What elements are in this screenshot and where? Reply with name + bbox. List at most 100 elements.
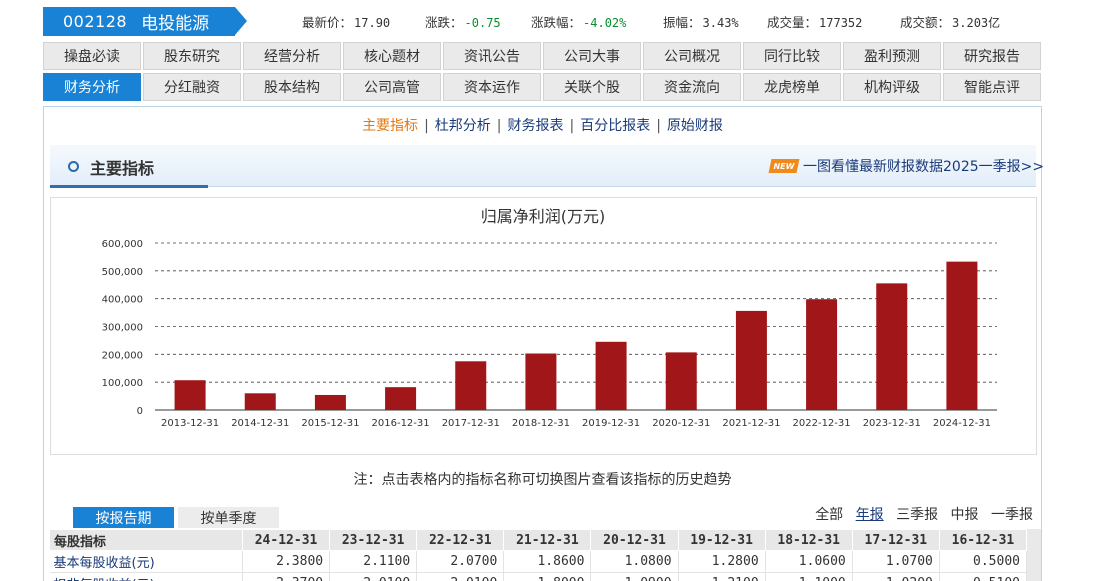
filter-all[interactable]: 全部 xyxy=(815,507,843,523)
tab-yanjiu[interactable]: 研究报告 xyxy=(943,42,1041,70)
table-cell: 1.0800 xyxy=(590,550,679,573)
promo-link[interactable]: 一图看懂最新财报数据2025一季报>> xyxy=(803,156,1044,176)
y-tick-label: 500,000 xyxy=(102,267,143,278)
x-tick-label: 2020-12-31 xyxy=(652,418,710,429)
bar-2015-12-31[interactable] xyxy=(314,394,346,410)
table-cell: 1.0200 xyxy=(852,572,940,581)
tab-gaikuang[interactable]: 公司概况 xyxy=(643,42,741,70)
tab-yingli[interactable]: 盈利预测 xyxy=(843,42,941,70)
bar-2016-12-31[interactable] xyxy=(385,387,417,410)
subnav-statements[interactable]: 财务报表 xyxy=(508,118,564,134)
report-filters: 全部 年报 三季报 中报 一季报 xyxy=(807,504,1033,524)
quote-volume: 成交量： 177352 xyxy=(767,15,863,30)
tab-tonghang[interactable]: 同行比较 xyxy=(743,42,841,70)
tab-by-quarter[interactable]: 按单季度 xyxy=(178,507,279,528)
table-header-cell: 每股指标 xyxy=(49,529,243,551)
x-tick-label: 2021-12-31 xyxy=(722,418,780,429)
tab-jingying[interactable]: 经营分析 xyxy=(243,42,341,70)
x-tick-label: 2015-12-31 xyxy=(301,418,359,429)
y-tick-label: 100,000 xyxy=(102,378,143,389)
net-profit-chart: 归属净利润(万元) 0 100,000 200,000 300,000 400,000 5… xyxy=(102,207,997,429)
indicator-name[interactable]: 基本每股收益(元) xyxy=(49,550,243,573)
x-tick-label: 2017-12-31 xyxy=(442,418,500,429)
tab-guanlian[interactable]: 关联个股 xyxy=(543,73,641,101)
volume-value: 177352 xyxy=(819,16,863,30)
section-title: 主要指标 xyxy=(90,159,155,178)
quote-change: 涨跌： -0.75 xyxy=(425,15,501,30)
table-cell: 1.2800 xyxy=(678,550,766,573)
bar-2023-12-31[interactable] xyxy=(876,283,908,410)
bar-2021-12-31[interactable] xyxy=(735,310,767,410)
stock-name: 电投能源 xyxy=(141,14,210,34)
tab-zijin[interactable]: 资金流向 xyxy=(643,73,741,101)
tab-by-period[interactable]: 按报告期 xyxy=(73,507,174,528)
table-cell: 2.3700 xyxy=(242,572,331,581)
subnav-main-indicators[interactable]: 主要指标 xyxy=(362,118,418,134)
tab-gudong[interactable]: 股东研究 xyxy=(143,42,241,70)
change-value: -0.75 xyxy=(464,16,501,30)
table-header-cell: 22-12-31 xyxy=(416,529,505,551)
bar-2013-12-31[interactable] xyxy=(174,380,206,410)
subnav-dupont[interactable]: 杜邦分析 xyxy=(435,118,491,134)
tab-hexin[interactable]: 核心题材 xyxy=(343,42,441,70)
tab-caiwu[interactable]: 财务分析 xyxy=(43,73,141,101)
bar-2022-12-31[interactable] xyxy=(806,299,838,410)
y-tick-label: 0 xyxy=(137,406,143,417)
y-tick-label: 600,000 xyxy=(102,239,143,250)
chart-title: 归属净利润(万元) xyxy=(481,207,606,226)
tab-row-2: 财务分析 分红融资 股本结构 公司高管 资本运作 关联个股 资金流向 龙虎榜单 … xyxy=(43,73,1043,101)
table-header-row: 每股指标 24-12-31 23-12-31 22-12-31 21-12-31… xyxy=(49,529,1028,551)
table-row: 基本每股收益(元) 2.3800 2.1100 2.0700 1.8600 1.… xyxy=(49,550,1028,573)
bar-2014-12-31[interactable] xyxy=(244,393,276,410)
tab-row-1: 操盘必读 股东研究 经营分析 核心题材 资讯公告 公司大事 公司概况 同行比较 … xyxy=(43,42,1043,70)
section-header: 主要指标 NEW 一图看懂最新财报数据2025一季报>> xyxy=(50,145,1044,188)
section-underline xyxy=(50,185,208,188)
bar-2019-12-31[interactable] xyxy=(595,341,627,410)
table-cell: 1.2100 xyxy=(678,572,766,581)
tab-guben[interactable]: 股本结构 xyxy=(243,73,341,101)
table-cell: 1.0600 xyxy=(765,550,853,573)
new-badge-icon: NEW xyxy=(768,159,800,173)
amount-value: 3.203亿 xyxy=(952,16,1001,30)
tab-fenhong[interactable]: 分红融资 xyxy=(143,73,241,101)
subnav-original[interactable]: 原始财报 xyxy=(667,118,723,134)
table-cell: 2.0100 xyxy=(329,572,418,581)
table-header-cell: 17-12-31 xyxy=(851,529,940,551)
x-tick-label: 2022-12-31 xyxy=(793,418,851,429)
table-header-cell: 21-12-31 xyxy=(503,529,592,551)
table-cell: 1.1000 xyxy=(765,572,853,581)
bar-2017-12-31[interactable] xyxy=(455,361,487,410)
table-header-cell: 19-12-31 xyxy=(677,529,766,551)
quote-amount: 成交额： 3.203亿 xyxy=(900,15,1001,30)
x-tick-label: 2019-12-31 xyxy=(582,418,640,429)
x-tick-label: 2014-12-31 xyxy=(231,418,289,429)
subnav-percent[interactable]: 百分比报表 xyxy=(580,118,650,134)
bar-2018-12-31[interactable] xyxy=(525,353,557,410)
tab-zixun[interactable]: 资讯公告 xyxy=(443,42,541,70)
circle-bullet-icon xyxy=(68,161,79,172)
quote-price: 最新价： 17.90 xyxy=(302,15,391,30)
tab-longhu[interactable]: 龙虎榜单 xyxy=(743,73,841,101)
table-cell: 2.0700 xyxy=(416,550,505,573)
table-scrollbar[interactable] xyxy=(1027,529,1041,581)
tab-jigou[interactable]: 机构评级 xyxy=(843,73,941,101)
x-tick-label: 2018-12-31 xyxy=(512,418,570,429)
chart-container: 归属净利润(万元) 0 100,000 200,000 300,000 400,000 5… xyxy=(50,197,1037,455)
table-cell: 2.3800 xyxy=(242,550,331,573)
indicator-name[interactable]: 扣非每股收益(元) xyxy=(49,572,243,581)
filter-annual[interactable]: 年报 xyxy=(856,507,884,523)
tab-zhineng[interactable]: 智能点评 xyxy=(943,73,1041,101)
filter-q3[interactable]: 三季报 xyxy=(896,507,938,523)
bar-2024-12-31[interactable] xyxy=(946,261,978,410)
x-tick-label: 2023-12-31 xyxy=(863,418,921,429)
tab-dashi[interactable]: 公司大事 xyxy=(543,42,641,70)
amp-value: 3.43% xyxy=(702,16,739,30)
bar-2020-12-31[interactable] xyxy=(665,352,697,410)
sub-navigation: 主要指标 | 杜邦分析 | 财务报表 | 百分比报表 | 原始财报 xyxy=(362,118,723,134)
tab-gaoguan[interactable]: 公司高管 xyxy=(343,73,441,101)
table-header-cell: 18-12-31 xyxy=(764,529,853,551)
tab-ziben[interactable]: 资本运作 xyxy=(443,73,541,101)
tab-caopan[interactable]: 操盘必读 xyxy=(43,42,141,70)
filter-half[interactable]: 中报 xyxy=(951,507,979,523)
filter-q1[interactable]: 一季报 xyxy=(991,507,1033,523)
